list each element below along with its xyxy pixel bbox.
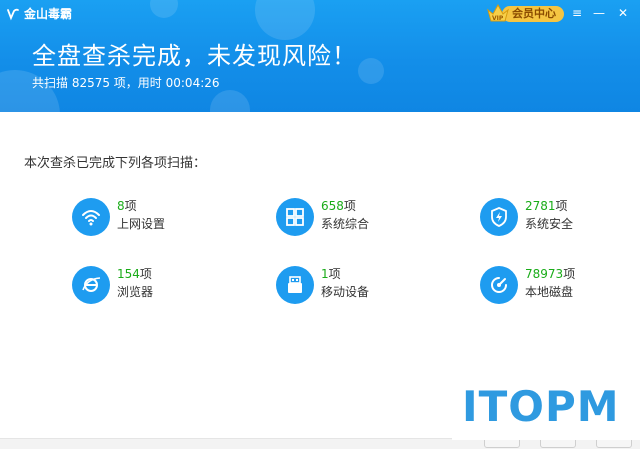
result-headline: 全盘查杀完成，未发现风险！ — [32, 42, 357, 70]
shield-icon — [480, 198, 518, 236]
menu-button[interactable]: ≡ — [570, 6, 584, 20]
disk-icon — [480, 266, 518, 304]
scan-item-label: 系统综合 — [321, 217, 370, 231]
scan-item-label: 移动设备 — [321, 285, 370, 299]
decor-bubble — [150, 0, 178, 18]
minimize-button[interactable]: — — [592, 6, 606, 20]
scan-item-browser: 154项 浏览器 — [72, 266, 242, 306]
decor-bubble — [358, 58, 384, 84]
svg-text:VIP: VIP — [492, 15, 504, 22]
scan-item-system-security: 2781项 系统安全 — [480, 198, 640, 238]
scan-item-count: 154项 — [117, 267, 152, 281]
decor-bubble — [255, 0, 315, 40]
scan-item-count: 1项 — [321, 267, 341, 281]
scan-item-count: 78973项 — [525, 267, 576, 281]
scan-item-label: 系统安全 — [525, 217, 574, 231]
watermark: ITOPM — [452, 378, 640, 440]
scan-item-mobile-device: 1项 移动设备 — [276, 266, 446, 306]
scan-item-count: 8项 — [117, 199, 137, 213]
scan-summary: 共扫描 82575 项，用时 00:04:26 — [32, 76, 220, 90]
app-logo: 金山毒霸 — [6, 5, 72, 22]
decor-bubble — [210, 90, 250, 112]
section-title: 本次查杀已完成下列各项扫描： — [24, 156, 207, 171]
duba-logo-icon — [7, 8, 19, 20]
scan-item-count: 658项 — [321, 199, 356, 213]
scan-item-system-general: 658项 系统综合 — [276, 198, 446, 238]
scan-item-label: 浏览器 — [117, 285, 154, 299]
usb-icon — [276, 266, 314, 304]
vip-crown-icon: VIP — [487, 3, 509, 22]
close-button[interactable]: ✕ — [616, 6, 630, 20]
vip-center-button[interactable]: VIP 会员中心 — [486, 3, 564, 23]
watermark-text: ITOPM — [462, 382, 620, 431]
header-banner: 金山毒霸 VIP 会员中心 ≡ — ✕ 全盘查杀完成，未发现风险！ 共扫描 82… — [0, 0, 640, 112]
scan-item-count: 2781项 — [525, 199, 568, 213]
scan-item-local-disk: 78973项 本地磁盘 — [480, 266, 640, 306]
app-title: 金山毒霸 — [24, 7, 73, 21]
scan-item-network: 8项 上网设置 — [72, 198, 242, 238]
wifi-icon — [72, 198, 110, 236]
scan-item-label: 上网设置 — [117, 217, 166, 231]
ie-browser-icon — [72, 266, 110, 304]
grid-icon — [276, 198, 314, 236]
scan-item-label: 本地磁盘 — [525, 285, 574, 299]
vip-center-label: 会员中心 — [502, 6, 564, 22]
